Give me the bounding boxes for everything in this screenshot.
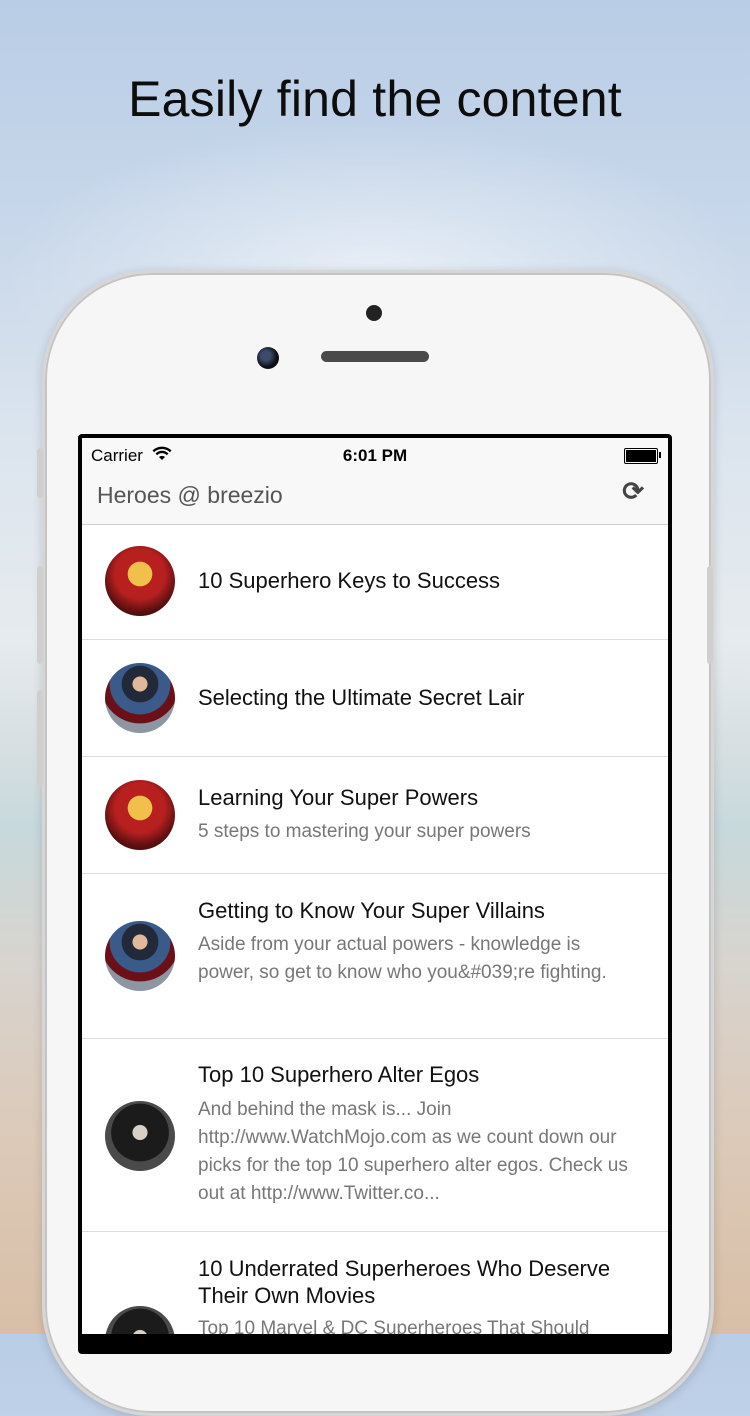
headline: Easily find the content — [128, 71, 622, 127]
app-display: Carrier 6:01 PM Heroes @ breezio ⟳ 10 Su… — [82, 438, 668, 1334]
list-item[interactable]: Learning Your Super Powers 5 steps to ma… — [82, 757, 668, 874]
item-subtitle: Aside from your actual powers - knowledg… — [198, 934, 607, 983]
avatar-batman — [105, 1101, 175, 1171]
power-button — [707, 566, 713, 664]
item-title: Selecting the Ultimate Secret Lair — [198, 685, 525, 710]
volume-up-button — [37, 566, 43, 664]
item-title: Getting to Know Your Super Villains — [198, 898, 545, 923]
camera-lens — [257, 347, 279, 369]
item-title: Top 10 Superhero Alter Egos — [198, 1062, 480, 1087]
content-list: 10 Superhero Keys to Success Selecting t… — [82, 524, 668, 1334]
item-subtitle: And behind the mask is... Join http://ww… — [198, 1099, 628, 1204]
avatar-batman — [105, 1306, 175, 1334]
battery-icon — [624, 448, 658, 464]
status-time: 6:01 PM — [342, 446, 408, 465]
item-title: 10 Superhero Keys to Success — [198, 568, 501, 593]
avatar-iron-man — [105, 780, 175, 850]
refresh-icon[interactable]: ⟳ — [622, 476, 644, 507]
item-title: Learning Your Super Powers — [198, 785, 479, 810]
avatar-superman — [105, 663, 175, 733]
avatar-superman — [105, 921, 175, 991]
item-subtitle: Top 10 Marvel & DC Superheroes That Shou… — [198, 1318, 590, 1334]
battery-tip — [659, 452, 661, 458]
list-item[interactable]: 10 Superhero Keys to Success — [82, 524, 668, 640]
avatar-iron-man — [105, 546, 175, 616]
volume-down-button — [37, 690, 43, 788]
list-item[interactable]: Selecting the Ultimate Secret Lair — [82, 640, 668, 757]
nav-title: Heroes @ breezio — [97, 482, 283, 508]
mute-switch — [37, 448, 43, 498]
item-title: 10 Underrated Superheroes Who Deserve Th… — [198, 1256, 611, 1308]
front-camera — [366, 305, 382, 321]
item-subtitle: 5 steps to mastering your super powers — [198, 821, 531, 842]
navigation-bar: Carrier 6:01 PM Heroes @ breezio ⟳ — [82, 438, 668, 525]
status-bar: Carrier 6:01 PM — [82, 444, 668, 468]
list-item[interactable]: Getting to Know Your Super Villains Asid… — [82, 874, 668, 1039]
list-item[interactable]: 10 Underrated Superheroes Who Deserve Th… — [82, 1232, 668, 1334]
list-item[interactable]: Top 10 Superhero Alter Egos And behind t… — [82, 1039, 668, 1232]
earpiece-speaker — [321, 351, 429, 362]
